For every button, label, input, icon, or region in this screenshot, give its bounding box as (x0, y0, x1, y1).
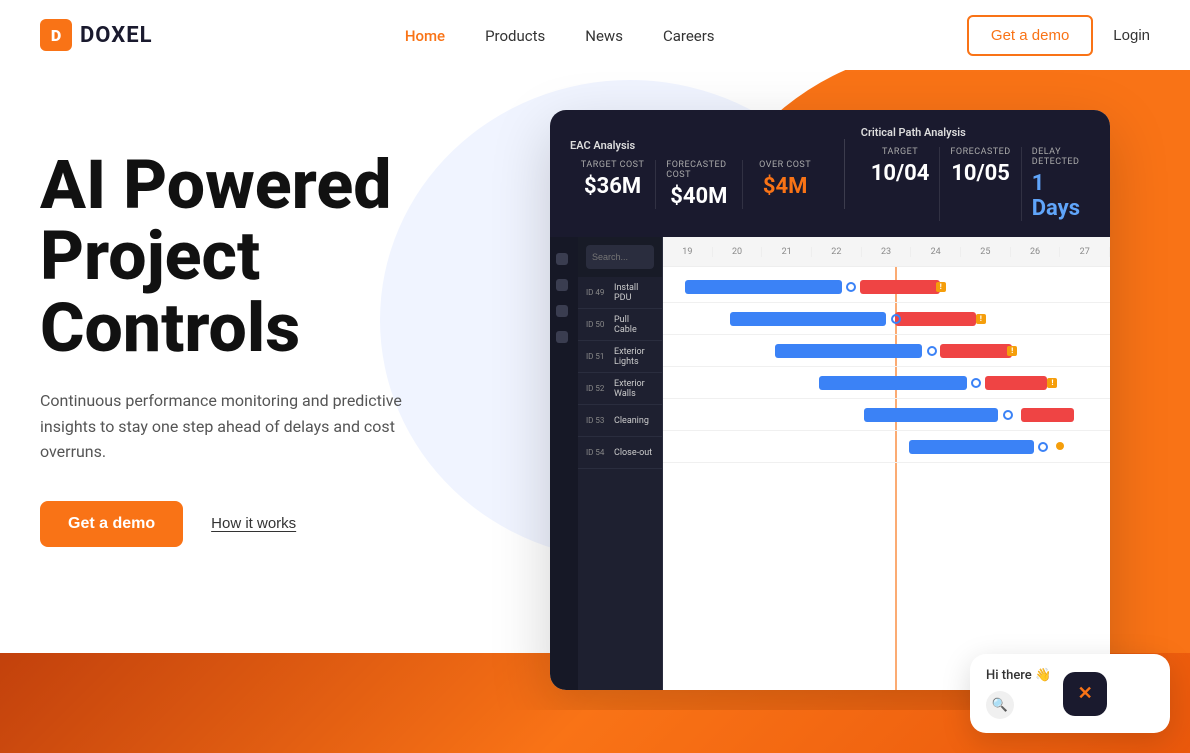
bar-delay-3 (985, 376, 1048, 390)
gantt-icon-3 (556, 305, 568, 317)
stat-label-1: FORECASTED COST (666, 160, 731, 180)
bar-planned-0 (685, 280, 841, 294)
bar-warning-3: ! (1047, 378, 1057, 388)
gantt-row-3: ID 52 Exterior Walls (578, 373, 662, 405)
bar-delay-1 (895, 312, 975, 326)
gantt-row-5: ID 54 Close-out (578, 437, 662, 469)
gantt-icons (550, 237, 578, 690)
bar-warning-0: ! (936, 282, 946, 292)
bar-planned-1 (730, 312, 886, 326)
nav-right: Get a demo Login (967, 15, 1150, 56)
stat-value-0: $36M (584, 174, 641, 199)
bar-dot-5 (1056, 442, 1064, 450)
gantt-row-0: ID 49 Install PDU (578, 277, 662, 309)
stat-label-4: FORECASTED (950, 147, 1010, 157)
eac-label: EAC Analysis (570, 139, 828, 152)
gantt-bar-row-0: ! (663, 271, 1110, 303)
bar-marker-3 (971, 378, 981, 388)
gantt-icon-1 (556, 253, 568, 265)
gantt-search-input[interactable] (586, 245, 654, 269)
stat-label-3: TARGET (882, 147, 918, 157)
gantt-icon-2 (556, 279, 568, 291)
nav-login-button[interactable]: Login (1113, 27, 1150, 44)
bar-marker-0 (846, 282, 856, 292)
gantt-bar-row-5 (663, 431, 1110, 463)
bar-delay-4 (1021, 408, 1075, 422)
stats-bar: EAC Analysis TARGET COST $36M FORECASTED… (550, 110, 1110, 237)
gantt-sidebar: ID 49 Install PDU ID 50 Pull Cable ID 51… (578, 237, 663, 690)
chat-logo-icon: ✕ (1078, 683, 1093, 704)
gantt-bar-row-1: ! (663, 303, 1110, 335)
bar-planned-4 (864, 408, 998, 422)
hero-title: AI Powered Project Controls (40, 150, 440, 364)
stat-value-5: 1 Days (1032, 171, 1080, 221)
gantt-header: 19 20 21 22 23 24 25 26 27 (663, 237, 1110, 267)
hero-subtitle: Continuous performance monitoring and pr… (40, 388, 420, 465)
logo-text: DOXEL (80, 23, 152, 48)
logo[interactable]: D DOXEL (40, 19, 152, 51)
gantt-area: ID 49 Install PDU ID 50 Pull Cable ID 51… (550, 237, 1110, 690)
nav-links: Home Products News Careers (405, 26, 715, 45)
doxel-logo-icon: D (40, 19, 72, 51)
bar-warning-2: ! (1007, 346, 1017, 356)
mockup-card: EAC Analysis TARGET COST $36M FORECASTED… (550, 110, 1110, 690)
gantt-bars-area: ! ! (663, 267, 1110, 690)
gantt-search-container (578, 237, 662, 277)
bar-planned-5 (909, 440, 1034, 454)
gantt-bar-row-4 (663, 399, 1110, 431)
gantt-bar-row-3: ! (663, 367, 1110, 399)
stat-value-1: $40M (670, 184, 727, 209)
hero-section: AI Powered Project Controls Continuous p… (0, 70, 1190, 710)
gantt-icon-4 (556, 331, 568, 343)
gantt-bar-row-2: ! (663, 335, 1110, 367)
chat-avatar[interactable]: ✕ (1063, 672, 1107, 716)
bar-marker-2 (927, 346, 937, 356)
stat-value-2: $4M (763, 174, 808, 199)
bar-warning-1: ! (976, 314, 986, 324)
stat-value-3: 10/04 (871, 161, 930, 186)
stat-label-5: DELAY DETECTED (1032, 147, 1080, 167)
critical-path-label: Critical Path Analysis (861, 126, 1090, 139)
hero-demo-button[interactable]: Get a demo (40, 501, 183, 547)
bar-delay-2 (940, 344, 1012, 358)
chat-widget-content: Hi there 👋 🔍 (986, 668, 1051, 719)
nav-news[interactable]: News (585, 27, 623, 45)
how-it-works-button[interactable]: How it works (211, 515, 296, 532)
bar-marker-4 (1003, 410, 1013, 420)
hero-actions: Get a demo How it works (40, 501, 440, 547)
bar-delay-0 (860, 280, 940, 294)
stat-label-0: TARGET COST (581, 160, 644, 170)
bar-marker-5 (1038, 442, 1048, 452)
dashboard-mockup: EAC Analysis TARGET COST $36M FORECASTED… (550, 110, 1110, 690)
bar-planned-2 (775, 344, 923, 358)
stat-label-2: OVER COST (759, 160, 811, 170)
navbar: D DOXEL Home Products News Careers Get a… (0, 0, 1190, 70)
svg-text:D: D (51, 26, 61, 45)
nav-demo-button[interactable]: Get a demo (967, 15, 1093, 56)
gantt-row-2: ID 51 Exterior Lights (578, 341, 662, 373)
chat-widget[interactable]: Hi there 👋 🔍 ✕ (970, 654, 1170, 733)
gantt-row-1: ID 50 Pull Cable (578, 309, 662, 341)
bar-planned-3 (819, 376, 967, 390)
nav-home[interactable]: Home (405, 27, 445, 45)
gantt-chart: 19 20 21 22 23 24 25 26 27 (663, 237, 1110, 690)
chat-icon-search[interactable]: 🔍 (986, 691, 1014, 719)
stat-value-4: 10/05 (951, 161, 1010, 186)
nav-products[interactable]: Products (485, 27, 545, 45)
chat-greeting: Hi there 👋 (986, 668, 1051, 683)
nav-careers[interactable]: Careers (663, 27, 715, 45)
bar-marker-1 (891, 314, 901, 324)
gantt-row-4: ID 53 Cleaning (578, 405, 662, 437)
hero-content: AI Powered Project Controls Continuous p… (20, 130, 460, 567)
